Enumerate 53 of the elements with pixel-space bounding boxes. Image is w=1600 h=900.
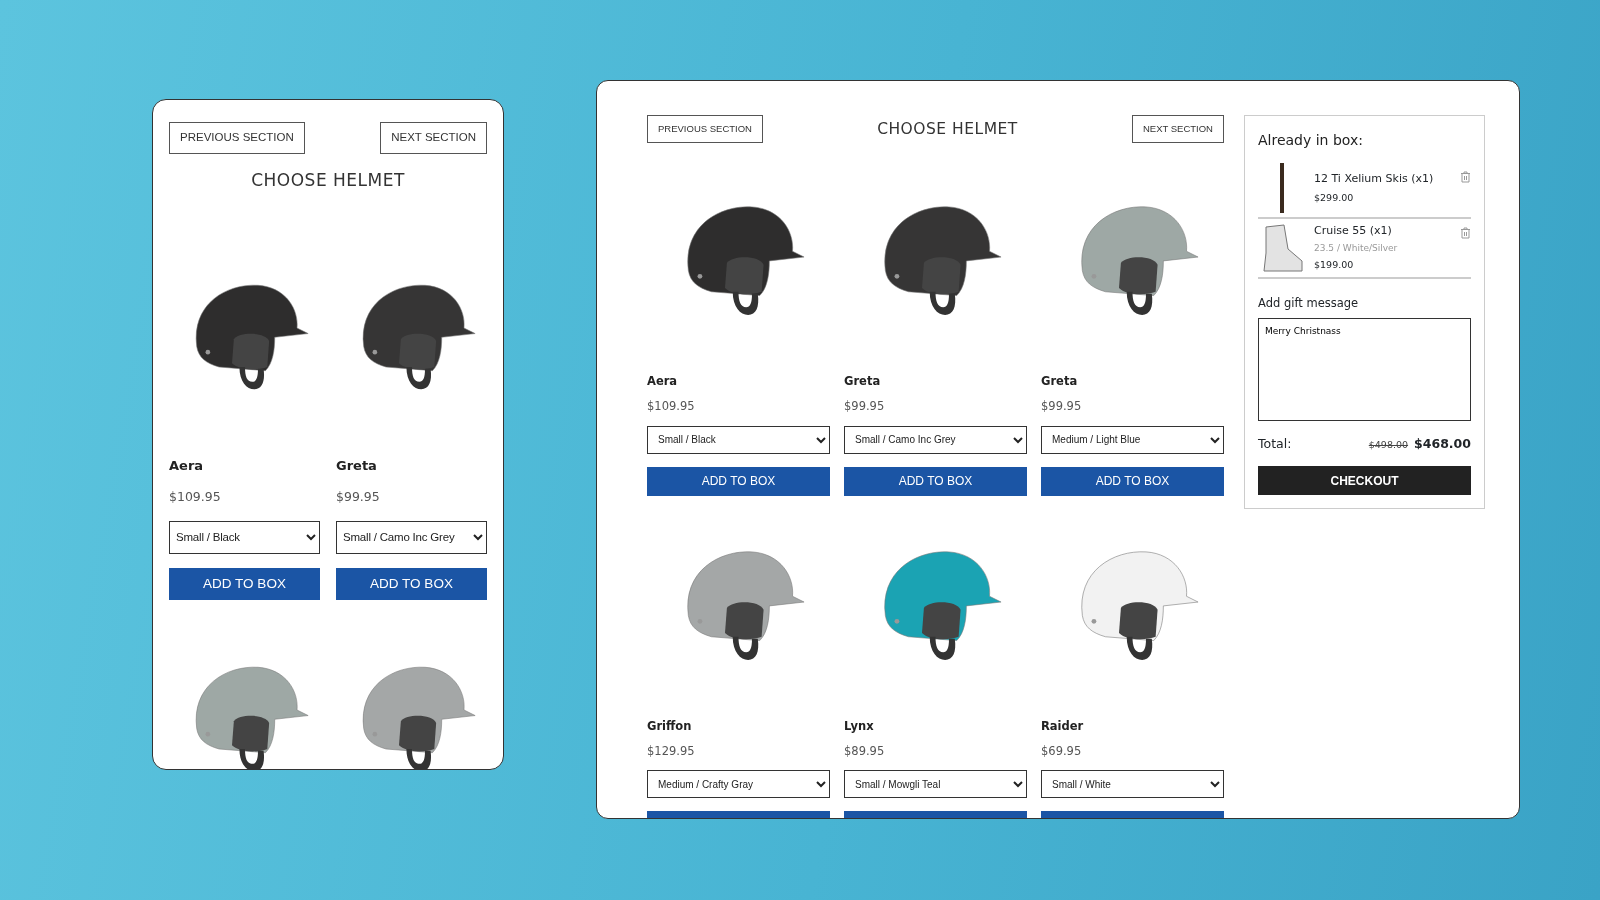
cart-item-name: Cruise 55 (x1) — [1314, 223, 1393, 239]
product-price: $129.95 — [647, 742, 696, 760]
size-select[interactable]: Small / White — [1041, 770, 1224, 798]
size-select[interactable]: Small / Camo Inc Grey — [336, 520, 487, 554]
old-total-price: $498.00 — [1368, 437, 1409, 452]
section-title: CHOOSE HELMET — [250, 170, 406, 191]
trash-icon[interactable] — [1460, 227, 1471, 239]
size-select[interactable]: Small / Camo Inc Grey — [844, 425, 1027, 454]
product-name: Greta — [844, 373, 882, 390]
size-select[interactable]: Medium / Light Blue — [1041, 425, 1224, 454]
add-to-box-button[interactable]: ADD TO BOX — [647, 466, 830, 496]
total-price: $468.00 — [1414, 435, 1471, 454]
cart-item-variant: 23.5 / White/Silver — [1314, 241, 1399, 255]
product-name: Lynx — [844, 717, 875, 735]
next-section-button[interactable]: NEXT SECTION — [380, 122, 487, 154]
size-select[interactable]: Medium / Crafty Gray — [647, 770, 830, 798]
product-name: Aera — [647, 373, 679, 390]
size-select[interactable]: Small / Black — [169, 520, 320, 554]
add-to-box-button[interactable] — [647, 811, 830, 818]
product-price: $109.95 — [169, 487, 222, 506]
cart-item-price: $199.00 — [1314, 258, 1355, 272]
section-title: CHOOSE HELMET — [877, 119, 1018, 139]
product-price: $69.95 — [1041, 742, 1083, 760]
cart-item-name: 12 Ti Xelium Skis (x1) — [1314, 171, 1435, 187]
previous-section-button[interactable]: PREVIOUS SECTION — [169, 122, 305, 154]
product-name: Greta — [1041, 373, 1079, 390]
product-price: $109.95 — [647, 398, 696, 416]
product-name: Greta — [336, 457, 378, 476]
add-to-box-button[interactable]: ADD TO BOX — [169, 567, 320, 600]
product-price: $99.95 — [336, 487, 381, 506]
size-select[interactable]: Small / Mowgli Teal — [844, 770, 1027, 798]
add-to-box-button[interactable] — [844, 811, 1027, 818]
product-price: $99.95 — [844, 398, 886, 416]
add-to-box-button[interactable] — [1041, 811, 1224, 818]
product-name: Aera — [169, 457, 205, 476]
next-section-button[interactable]: NEXT SECTION — [1131, 115, 1224, 143]
trash-icon[interactable] — [1460, 171, 1471, 183]
cart-title: Already in box: — [1258, 131, 1364, 150]
product-price: $99.95 — [1041, 398, 1083, 416]
add-to-box-button[interactable]: ADD TO BOX — [1041, 466, 1224, 496]
product-name: Raider — [1041, 717, 1085, 735]
product-name: Griffon — [647, 717, 693, 735]
gift-message-label: Add gift message — [1258, 295, 1360, 312]
skis-drawing — [1280, 163, 1284, 213]
previous-section-button[interactable]: PREVIOUS SECTION — [647, 115, 763, 143]
total-label: Total: — [1258, 435, 1293, 454]
checkout-button[interactable]: CHECKOUT — [1258, 466, 1471, 495]
add-to-box-button[interactable]: ADD TO BOX — [336, 567, 487, 600]
size-select[interactable]: Small / Black — [647, 425, 830, 454]
add-to-box-button[interactable]: ADD TO BOX — [844, 466, 1027, 496]
cart-item-price: $299.00 — [1314, 190, 1355, 205]
gift-message-field[interactable]: Merry Christnass — [1258, 318, 1471, 422]
product-price: $89.95 — [844, 742, 886, 760]
